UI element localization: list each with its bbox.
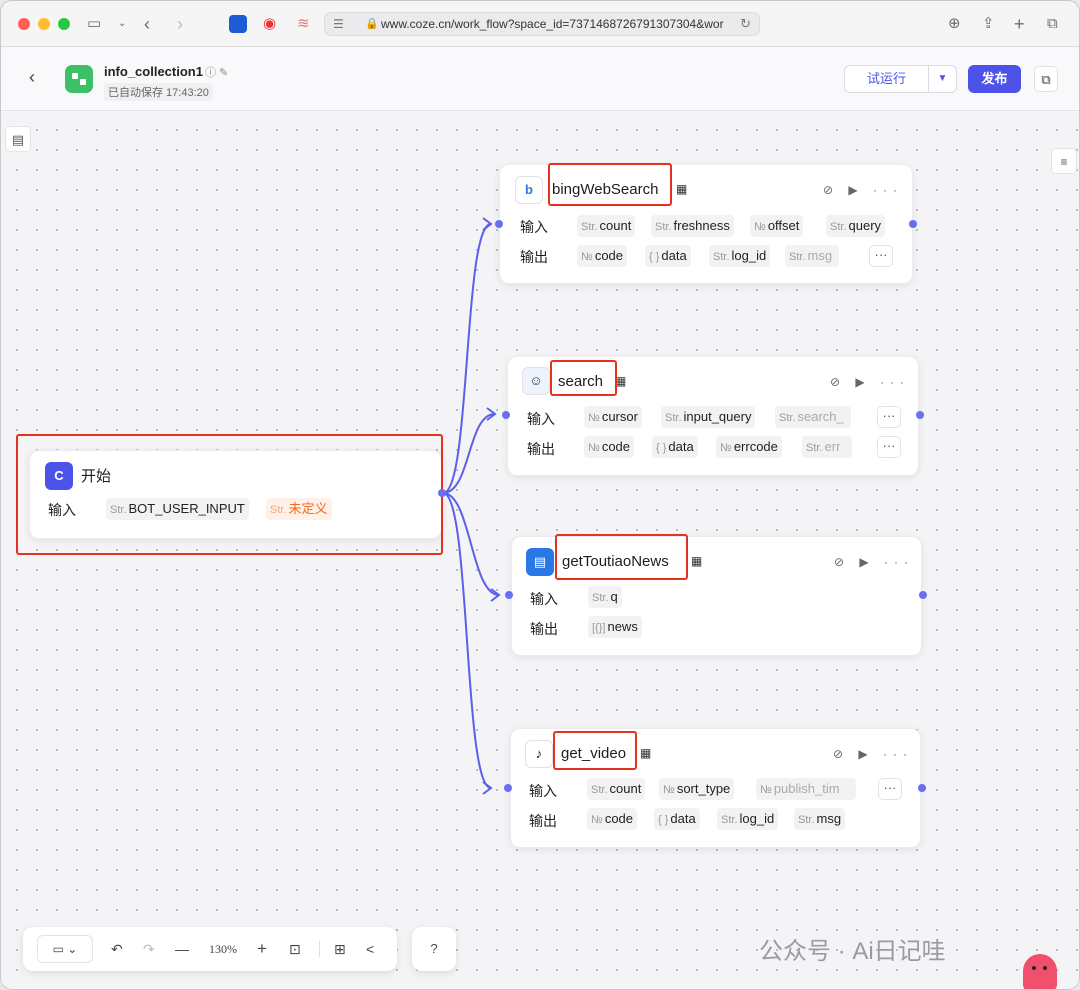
toolbar-divider [319, 941, 320, 957]
zoom-level[interactable]: 130% [209, 939, 237, 959]
edge-start-bing [442, 223, 492, 494]
output-label: 输出 [529, 813, 557, 829]
arrange-icon[interactable]: ⊞ [334, 939, 346, 959]
tiktok-icon: ♪ [525, 740, 553, 768]
param-chip: { } data [645, 245, 691, 267]
input-label: 输入 [527, 411, 555, 427]
input-label: 输入 [529, 783, 557, 799]
param-chip: Str. freshness [651, 215, 734, 237]
help-icon[interactable]: ? [412, 927, 456, 971]
search-plugin-icon: ☺ [522, 367, 550, 395]
output-label: 输出 [527, 441, 555, 457]
input-port[interactable] [505, 591, 513, 599]
edge-start-video [442, 492, 492, 789]
highlight-box [550, 360, 617, 396]
param-chip: { } data [652, 436, 698, 458]
param-chip: № code [577, 245, 628, 267]
edge-arrow-bing [482, 217, 493, 231]
edge-start-search [442, 413, 496, 494]
highlight-box [16, 434, 443, 555]
zoom-in-button[interactable]: + [257, 939, 267, 959]
more-params-button[interactable]: ··· [878, 778, 902, 800]
param-chip: Str. q [588, 586, 622, 608]
param-chip: № cursor [584, 406, 642, 428]
node-action-icons[interactable]: ⊘ ▶ ··· [830, 375, 910, 389]
param-chip: Str. msg [794, 808, 846, 830]
param-chip: № errcode [716, 436, 782, 458]
output-port[interactable] [918, 784, 926, 792]
highlight-box [555, 534, 688, 580]
more-params-button[interactable]: ··· [869, 245, 893, 267]
highlight-box [548, 163, 672, 206]
input-port[interactable] [495, 220, 503, 228]
param-chip: Str. input_query [661, 406, 756, 428]
param-chip: Str. count [577, 215, 636, 237]
output-port[interactable] [909, 220, 917, 228]
param-chip: № code [587, 808, 638, 830]
param-chip: Str. log_id [717, 808, 779, 830]
param-chip: Str. log_id [709, 245, 771, 267]
param-chip: № publish_tim [756, 778, 856, 800]
output-label: 输出 [520, 249, 548, 265]
param-chip: Str. query [826, 215, 886, 237]
edge-start-toutiao [442, 492, 500, 596]
watermark: 公众号 · Ai日记哇 [759, 938, 946, 965]
param-chip: Str. count [587, 778, 646, 800]
param-chip: № code [584, 436, 635, 458]
node-action-icons[interactable]: ⊘ ▶ ··· [834, 555, 914, 569]
input-label: 输入 [530, 591, 558, 607]
zoom-out-button[interactable]: — [175, 939, 189, 959]
undo-icon[interactable]: ↶ [111, 939, 123, 959]
input-label: 输入 [520, 219, 548, 235]
param-chip: Str. search_ [775, 406, 851, 428]
param-chip: Str. msg [785, 245, 839, 267]
param-chip: № sort_type [659, 778, 735, 800]
store-icon: ▦ [640, 746, 652, 760]
bing-icon: b [515, 176, 543, 204]
minimap-icon[interactable]: < [366, 939, 374, 959]
store-icon: ▦ [676, 182, 688, 196]
store-icon: ▦ [691, 554, 703, 568]
param-chip: { } data [654, 808, 700, 830]
output-port[interactable] [438, 489, 446, 497]
more-params-button[interactable]: ··· [877, 436, 901, 458]
input-port[interactable] [502, 411, 510, 419]
redo-icon[interactable]: ↷ [143, 939, 155, 959]
mascot-icon [1023, 954, 1057, 989]
canvas-toolbar: ▭ ⌄ ↶ ↷ — 130% + ⊡ ⊞ < [23, 927, 397, 971]
fit-view-icon[interactable]: ⊡ [289, 939, 301, 959]
node-action-icons[interactable]: ⊘ ▶ ··· [823, 183, 903, 197]
edge-arrow-video [482, 781, 493, 795]
node-action-icons[interactable]: ⊘ ▶ ··· [833, 747, 913, 761]
browser-window: ▭ ⌄ ‹ › ◉ ≋ ☰ 🔒 www.coze.cn/work_flow?sp… [0, 0, 1080, 990]
output-label: 输出 [530, 621, 558, 637]
input-port[interactable] [504, 784, 512, 792]
output-port[interactable] [919, 591, 927, 599]
more-params-button[interactable]: ··· [877, 406, 901, 428]
layout-mode-dropdown[interactable]: ▭ ⌄ [37, 935, 93, 963]
highlight-box [553, 731, 637, 770]
toutiao-icon: ▤ [526, 548, 554, 576]
param-chip: № offset [750, 215, 804, 237]
param-chip: Str. err [802, 436, 852, 458]
output-port[interactable] [916, 411, 924, 419]
param-chip: [{}] news [588, 616, 642, 638]
